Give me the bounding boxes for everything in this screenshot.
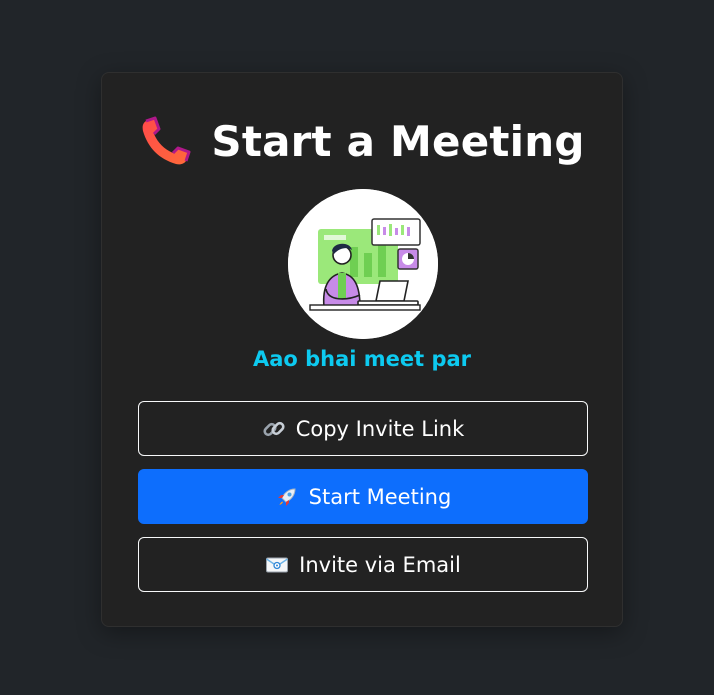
invite-via-email-button[interactable]: Invite via Email xyxy=(138,537,588,592)
link-icon xyxy=(263,421,285,436)
start-meeting-label: Start Meeting xyxy=(308,484,452,509)
rocket-icon xyxy=(277,487,296,506)
developer-at-laptop-illustration xyxy=(288,189,438,339)
invite-via-email-label: Invite via Email xyxy=(299,552,461,577)
meeting-card: Start a Meeting Aao bhai meet par Copy I… xyxy=(101,72,623,627)
title-row: Start a Meeting xyxy=(102,113,622,169)
copy-invite-link-label: Copy Invite Link xyxy=(295,416,465,441)
avatar xyxy=(288,189,438,339)
tagline: Aao bhai meet par xyxy=(252,347,472,371)
start-meeting-button[interactable]: Start Meeting xyxy=(138,469,588,524)
email-envelope-icon xyxy=(266,557,289,572)
page-title: Start a Meeting xyxy=(211,116,585,166)
copy-invite-link-button[interactable]: Copy Invite Link xyxy=(138,401,588,456)
telephone-receiver-icon xyxy=(143,116,191,165)
